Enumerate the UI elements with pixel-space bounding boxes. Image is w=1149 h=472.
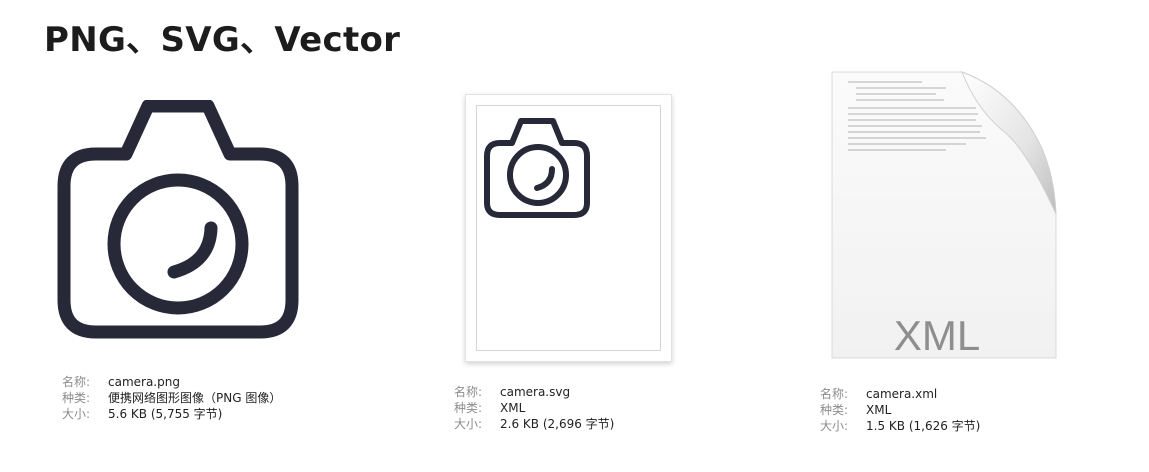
file-name: camera.png — [108, 375, 180, 389]
file-name: camera.svg — [500, 385, 571, 399]
png-file-info: 名称: camera.png 种类: 便携网络图形图像（PNG 图像） 大小: 5.6… — [62, 374, 281, 422]
svg-document-preview — [465, 94, 672, 362]
file-name: camera.xml — [866, 387, 938, 401]
xml-document-icon: XML — [826, 68, 1062, 368]
file-size: 2.6 KB (2,696 字节) — [500, 417, 615, 431]
name-label: 名称: — [454, 385, 483, 399]
camera-icon — [484, 118, 590, 218]
file-kind: XML — [500, 401, 526, 415]
xml-file-info: 名称: camera.xml 种类: XML 大小: 1.5 KB (1,626 字节… — [820, 386, 980, 434]
kind-label: 种类: — [62, 391, 91, 405]
file-kind: 便携网络图形图像（PNG 图像） — [108, 391, 282, 405]
name-label: 名称: — [62, 375, 91, 389]
kind-label: 种类: — [454, 401, 483, 415]
svg-file-info: 名称: camera.svg 种类: XML 大小: 2.6 KB (2,696 字节… — [454, 384, 614, 432]
file-size: 5.6 KB (5,755 字节) — [108, 407, 223, 421]
size-label: 大小: — [820, 419, 849, 433]
page-title: PNG、SVG、Vector — [44, 20, 401, 60]
xml-type-label: XML — [893, 312, 981, 359]
kind-label: 种类: — [820, 403, 849, 417]
size-label: 大小: — [62, 407, 91, 421]
size-label: 大小: — [454, 417, 483, 431]
camera-icon — [57, 100, 299, 339]
name-label: 名称: — [820, 387, 849, 401]
file-kind: XML — [866, 403, 892, 417]
file-size: 1.5 KB (1,626 字节) — [866, 419, 981, 433]
